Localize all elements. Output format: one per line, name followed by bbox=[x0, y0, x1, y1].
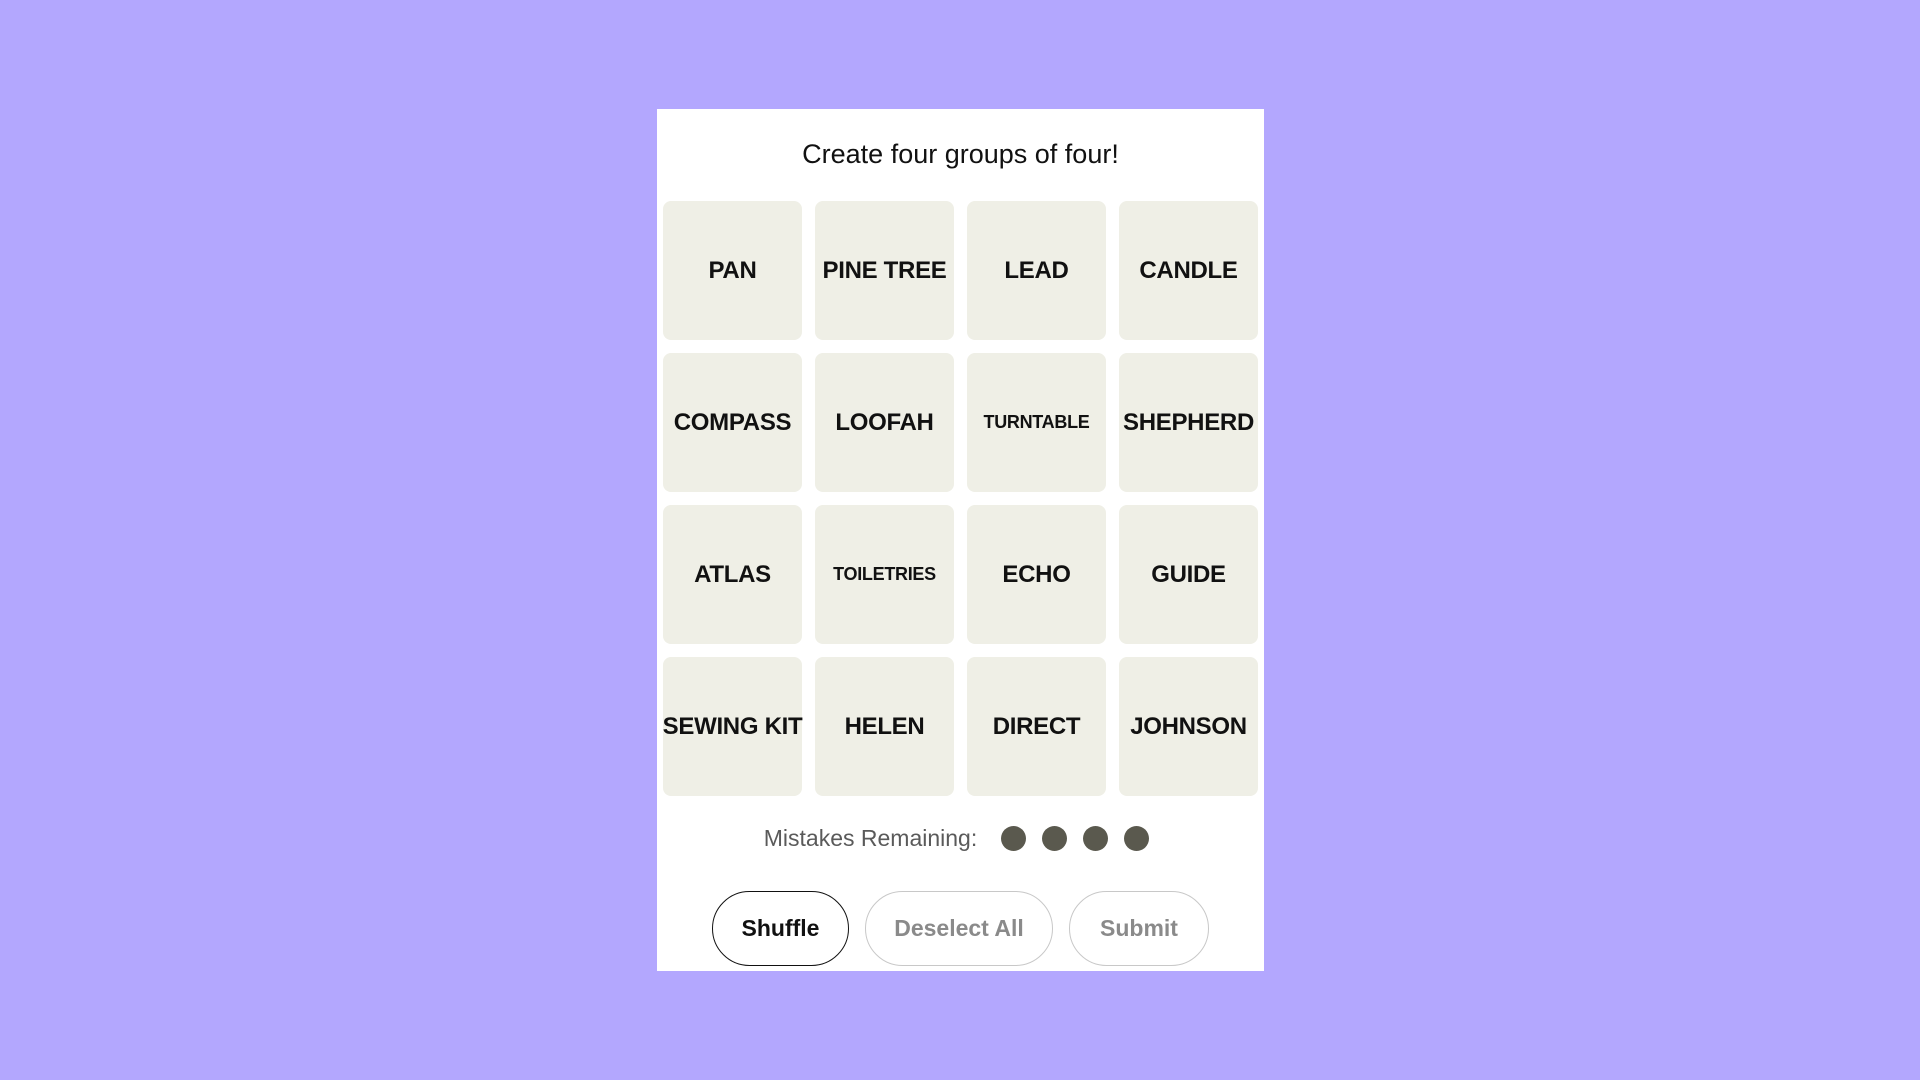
word-tile[interactable]: HELEN bbox=[815, 657, 954, 796]
word-tile[interactable]: PINE TREE bbox=[815, 201, 954, 340]
mistakes-remaining: Mistakes Remaining: bbox=[657, 825, 1264, 852]
word-tile[interactable]: TOILETRIES bbox=[815, 505, 954, 644]
word-tile[interactable]: TURNTABLE bbox=[967, 353, 1106, 492]
game-instructions: Create four groups of four! bbox=[802, 139, 1119, 169]
word-tile[interactable]: LOOFAH bbox=[815, 353, 954, 492]
word-tile[interactable]: ATLAS bbox=[663, 505, 802, 644]
word-tile[interactable]: PAN bbox=[663, 201, 802, 340]
word-grid: PAN PINE TREE LEAD CANDLE COMPASS LOOFAH… bbox=[663, 201, 1258, 796]
submit-button[interactable]: Submit bbox=[1069, 891, 1209, 966]
game-panel: Create four groups of four! PAN PINE TRE… bbox=[657, 109, 1264, 971]
shuffle-button[interactable]: Shuffle bbox=[712, 891, 849, 966]
word-tile[interactable]: GUIDE bbox=[1119, 505, 1258, 644]
word-tile[interactable]: CANDLE bbox=[1119, 201, 1258, 340]
mistake-dot bbox=[1083, 826, 1109, 851]
word-tile[interactable]: LEAD bbox=[967, 201, 1106, 340]
mistake-dot bbox=[1001, 826, 1027, 851]
mistakes-label: Mistakes Remaining: bbox=[763, 825, 978, 851]
word-tile[interactable]: SEWING KIT bbox=[663, 657, 803, 796]
word-tile[interactable]: DIRECT bbox=[967, 657, 1106, 796]
action-buttons: Shuffle Deselect All Submit bbox=[657, 891, 1264, 966]
word-tile[interactable]: COMPASS bbox=[663, 353, 802, 492]
mistake-dot bbox=[1124, 826, 1150, 851]
mistake-dot bbox=[1042, 826, 1068, 851]
deselect-all-button[interactable]: Deselect All bbox=[865, 891, 1053, 966]
word-tile[interactable]: SHEPHERD bbox=[1119, 353, 1258, 492]
word-tile[interactable]: JOHNSON bbox=[1119, 657, 1258, 796]
word-tile[interactable]: ECHO bbox=[967, 505, 1106, 644]
